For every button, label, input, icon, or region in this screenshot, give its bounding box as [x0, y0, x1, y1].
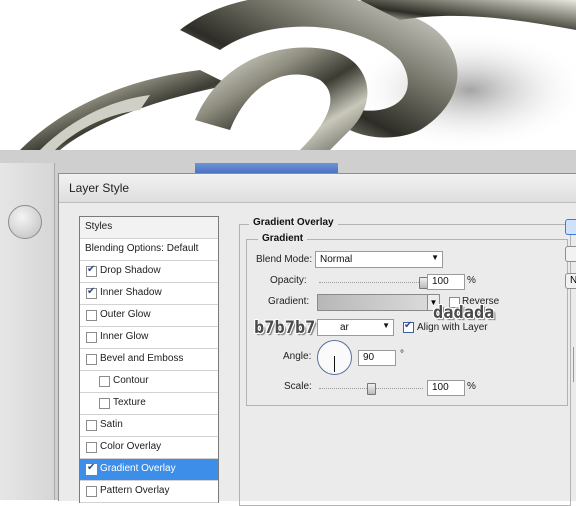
scale-input[interactable]: 100 [427, 380, 465, 396]
opacity-value: 100 [432, 276, 449, 287]
cancel-button[interactable] [565, 246, 576, 262]
gradient-label: Gradient: [268, 296, 310, 307]
styles-list: Styles Blending Options: Default ✔ Drop Sh… [79, 216, 219, 503]
style-checkbox[interactable] [86, 420, 97, 431]
angle-input[interactable]: 90 [358, 350, 396, 366]
check-icon: ✔ [87, 462, 96, 473]
styles-header[interactable]: Styles [80, 217, 218, 239]
style-item-label: Inner Shadow [100, 287, 162, 298]
style-checkbox[interactable] [86, 354, 97, 365]
style-item-label: Texture [113, 397, 146, 408]
style-item-label: Gradient Overlay [100, 463, 176, 474]
style-item-label: Blending Options: Default [85, 243, 199, 254]
new-style-button[interactable]: N [565, 273, 576, 289]
align-with-layer-checkbox[interactable]: ✔ [403, 320, 414, 333]
chrome-chain-image [0, 0, 576, 150]
angle-unit: ° [400, 349, 404, 360]
scale-unit: % [467, 381, 476, 392]
style-item-label: Bevel and Emboss [100, 353, 184, 364]
style-item-bevel-and-emboss[interactable]: Bevel and Emboss [80, 349, 218, 371]
style-item-label: Color Overlay [100, 441, 162, 452]
round-button-icon[interactable] [8, 205, 42, 239]
style-item-inner-shadow[interactable]: ✔ Inner Shadow [80, 283, 218, 305]
style-checkbox[interactable] [99, 398, 110, 409]
style-item-color-overlay[interactable]: Color Overlay [80, 437, 218, 459]
angle-dial-hand [334, 356, 335, 372]
style-checkbox[interactable] [99, 376, 110, 387]
layer-style-dialog: Layer Style Styles Blending Options: Def… [58, 173, 576, 506]
style-item-outer-glow[interactable]: Outer Glow [80, 305, 218, 327]
ok-button[interactable] [565, 219, 576, 235]
gradient-overlay-title: Gradient Overlay [249, 217, 338, 228]
check-icon: ✔ [87, 264, 96, 275]
chain-illustration [0, 0, 576, 150]
style-checkbox[interactable]: ✔ [86, 462, 97, 475]
style-item-contour[interactable]: Contour [80, 371, 218, 393]
opacity-label: Opacity: [270, 275, 307, 286]
style-checkbox[interactable]: ✔ [86, 264, 97, 277]
style-select[interactable]: ar ▼ [317, 319, 394, 336]
style-item-label: Pattern Overlay [100, 485, 170, 496]
style-checkbox[interactable]: ✔ [86, 286, 97, 299]
align-with-layer-label: Align with Layer [417, 322, 488, 333]
style-item-satin[interactable]: Satin [80, 415, 218, 437]
style-value: ar [340, 322, 349, 333]
scale-label: Scale: [284, 381, 312, 392]
preview-frame-edge [573, 347, 574, 382]
opacity-input[interactable]: 100 [427, 274, 465, 290]
scale-value: 100 [432, 382, 449, 393]
style-checkbox[interactable] [86, 332, 97, 343]
style-item-texture[interactable]: Texture [80, 393, 218, 415]
opacity-slider-track[interactable] [319, 282, 423, 283]
style-item-blending-options-default[interactable]: Blending Options: Default [80, 239, 218, 261]
angle-dial[interactable] [317, 340, 352, 375]
dialog-title: Layer Style [69, 181, 130, 195]
style-checkbox[interactable] [86, 310, 97, 321]
gradient-swatch[interactable] [317, 294, 429, 311]
angle-value: 90 [363, 352, 375, 363]
check-icon: ✔ [404, 320, 413, 331]
dialog-titlebar[interactable]: Layer Style [59, 174, 576, 203]
gradient-group-title: Gradient [258, 233, 308, 244]
blend-mode-label: Blend Mode: [256, 254, 313, 265]
style-item-label: Satin [100, 419, 123, 430]
chevron-down-icon: ▼ [382, 321, 390, 330]
style-item-inner-glow[interactable]: Inner Glow [80, 327, 218, 349]
annotation-right-color: dadada [433, 303, 495, 323]
style-item-drop-shadow[interactable]: ✔ Drop Shadow [80, 261, 218, 283]
style-item-label: Inner Glow [100, 331, 149, 342]
scale-slider-thumb[interactable] [367, 383, 376, 395]
blend-mode-value: Normal [320, 254, 353, 265]
style-item-gradient-overlay[interactable]: ✔ Gradient Overlay [80, 459, 218, 481]
check-icon: ✔ [87, 286, 96, 297]
opacity-unit: % [467, 275, 476, 286]
style-item-label: Drop Shadow [100, 265, 161, 276]
new-style-button-label: N [570, 275, 576, 286]
chevron-down-icon: ▼ [431, 253, 439, 262]
style-item-label: Contour [113, 375, 149, 386]
angle-label: Angle: [283, 351, 312, 362]
style-checkbox[interactable] [86, 442, 97, 453]
annotation-left-color: b7b7b7 [254, 318, 316, 338]
style-checkbox[interactable] [86, 486, 97, 497]
blend-mode-select[interactable]: Normal ▼ [315, 251, 443, 268]
style-item-label: Outer Glow [100, 309, 151, 320]
styles-header-label: Styles [85, 221, 113, 232]
